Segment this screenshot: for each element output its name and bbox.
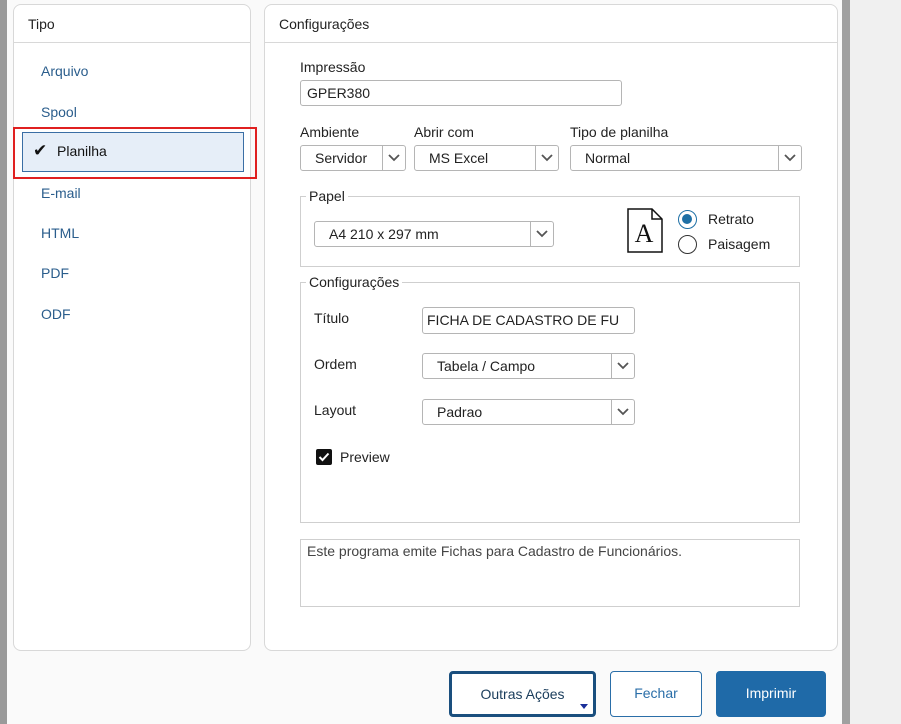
papel-size-select[interactable]: A4 210 x 297 mm	[314, 221, 554, 247]
ordem-value: Tabela / Campo	[437, 358, 536, 374]
ambiente-label: Ambiente	[300, 124, 360, 140]
chevron-down-icon	[611, 354, 634, 378]
checkmark-icon	[318, 452, 330, 462]
tipo-panel-title: Tipo	[14, 5, 250, 43]
preview-checkbox[interactable]	[316, 449, 332, 465]
paisagem-radio[interactable]	[678, 235, 697, 254]
chevron-down-icon	[535, 146, 558, 170]
abrir-com-value: MS Excel	[429, 150, 489, 166]
paisagem-label: Paisagem	[708, 236, 771, 252]
ambiente-select[interactable]: Servidor	[300, 145, 406, 171]
outras-acoes-button[interactable]: Outras Ações	[449, 671, 596, 717]
impressao-field[interactable]: GPER380	[300, 80, 622, 106]
titulo-field[interactable]: FICHA DE CADASTRO DE FU	[422, 307, 635, 334]
imprimir-button[interactable]: Imprimir	[716, 671, 826, 717]
impressao-label: Impressão	[300, 59, 366, 75]
abrir-com-select[interactable]: MS Excel	[414, 145, 559, 171]
svg-text:A: A	[635, 219, 654, 248]
tipo-item-email[interactable]: E-mail	[41, 185, 81, 201]
tipo-planilha-label: Tipo de planilha	[570, 124, 669, 140]
fechar-button[interactable]: Fechar	[610, 671, 702, 717]
papel-legend: Papel	[306, 188, 348, 204]
tipo-item-html[interactable]: HTML	[41, 225, 79, 241]
layout-value: Padrao	[437, 404, 483, 420]
layout-label: Layout	[314, 402, 357, 418]
chevron-down-icon	[611, 400, 634, 424]
retrato-radio[interactable]	[678, 210, 697, 229]
papel-size-value: A4 210 x 297 mm	[329, 226, 439, 242]
tipo-planilha-value: Normal	[585, 150, 631, 166]
layout-select[interactable]: Padrao	[422, 399, 635, 425]
tipo-item-pdf[interactable]: PDF	[41, 265, 69, 281]
tipo-planilha-select[interactable]: Normal	[570, 145, 802, 171]
configuracoes-panel-title: Configurações	[265, 5, 837, 43]
retrato-label: Retrato	[708, 211, 754, 227]
titulo-label: Título	[314, 310, 350, 326]
chevron-down-icon	[530, 222, 553, 246]
background-area	[850, 0, 901, 724]
window-left-edge	[0, 0, 7, 724]
tipo-panel: Tipo	[13, 4, 251, 651]
chevron-down-icon	[382, 146, 405, 170]
outras-acoes-label: Outras Ações	[480, 686, 565, 702]
page-orientation-icon: A	[627, 208, 663, 253]
configuracoes-legend: Configurações	[306, 274, 403, 290]
window-right-edge	[842, 0, 850, 724]
preview-label: Preview	[340, 449, 390, 465]
tipo-item-spool[interactable]: Spool	[41, 104, 77, 120]
selection-highlight-box	[13, 127, 257, 179]
tipo-item-arquivo[interactable]: Arquivo	[41, 63, 88, 79]
description-box: Este programa emite Fichas para Cadastro…	[300, 539, 800, 607]
abrir-com-label: Abrir com	[414, 124, 474, 140]
chevron-down-icon	[778, 146, 801, 170]
tipo-item-odf[interactable]: ODF	[41, 306, 71, 322]
ordem-select[interactable]: Tabela / Campo	[422, 353, 635, 379]
ambiente-value: Servidor	[315, 150, 368, 166]
dropdown-indicator-icon	[580, 704, 588, 709]
ordem-label: Ordem	[314, 356, 357, 372]
